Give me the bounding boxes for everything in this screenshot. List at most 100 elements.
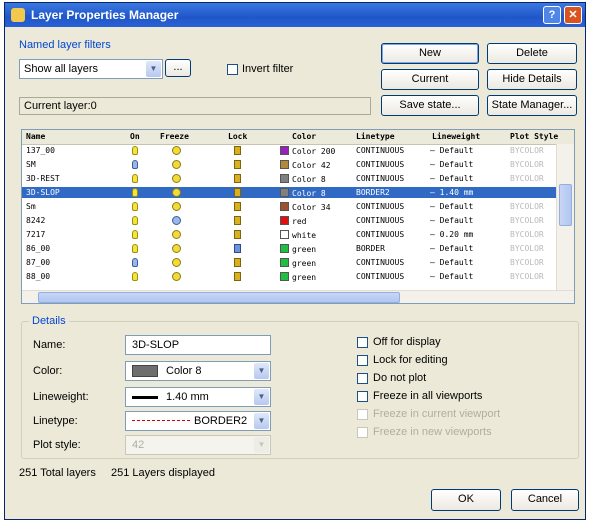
layer-name[interactable]: 7217 xyxy=(26,230,45,239)
layer-lineweight[interactable]: — Default xyxy=(430,146,473,155)
col-header-freeze[interactable]: Freeze xyxy=(160,132,189,141)
col-header-lock[interactable]: Lock xyxy=(228,132,247,141)
layer-plotstyle[interactable]: BYCOLOR xyxy=(510,216,544,225)
state-manager-button[interactable]: State Manager... xyxy=(487,95,577,116)
freeze-sun-icon[interactable] xyxy=(172,146,181,155)
col-header-linetype[interactable]: Linetype xyxy=(356,132,395,141)
lock-icon[interactable] xyxy=(234,160,241,169)
new-layer-button[interactable]: New xyxy=(381,43,479,64)
freeze-sun-icon[interactable] xyxy=(172,174,181,183)
col-header-name[interactable]: Name xyxy=(26,132,45,141)
layer-lineweight[interactable]: — Default xyxy=(430,244,473,253)
freeze-sun-icon[interactable] xyxy=(172,202,181,211)
freeze-sun-icon[interactable] xyxy=(172,230,181,239)
color-combo[interactable]: Color 8 ▼ xyxy=(125,361,271,381)
layer-name[interactable]: 3D-REST xyxy=(26,174,60,183)
layer-color[interactable]: green xyxy=(280,258,316,268)
filter-combo[interactable]: Show all layers ▼ xyxy=(19,59,163,79)
details-checkbox[interactable] xyxy=(357,373,368,384)
col-header-plotstyle[interactable]: Plot Style xyxy=(510,132,558,141)
table-row[interactable]: 86_00 green BORDER — Default BYCOLOR xyxy=(22,243,557,254)
layer-color[interactable]: green xyxy=(280,272,316,282)
layer-table[interactable]: Name On Freeze Lock Color Linetype Linew… xyxy=(21,129,575,304)
layer-linetype[interactable]: CONTINUOUS xyxy=(356,230,404,239)
layer-plotstyle[interactable]: BYCOLOR xyxy=(510,244,544,253)
layer-linetype[interactable]: CONTINUOUS xyxy=(356,160,404,169)
layer-name[interactable]: SM xyxy=(26,160,36,169)
layer-plotstyle[interactable]: BYCOLOR xyxy=(510,146,544,155)
table-row[interactable]: SM Color 42 CONTINUOUS — Default BYCOLOR xyxy=(22,159,557,170)
layer-name[interactable]: 137_00 xyxy=(26,146,55,155)
ok-button[interactable]: OK xyxy=(431,489,501,511)
layer-name[interactable]: 8242 xyxy=(26,216,45,225)
layer-plotstyle[interactable]: BYCOLOR xyxy=(510,230,544,239)
lock-icon[interactable] xyxy=(234,258,241,267)
lock-icon[interactable] xyxy=(234,202,241,211)
linetype-combo[interactable]: BORDER2 ▼ xyxy=(125,411,271,431)
layer-color[interactable]: green xyxy=(280,244,316,254)
chevron-down-icon[interactable]: ▼ xyxy=(146,61,161,77)
chevron-down-icon[interactable]: ▼ xyxy=(254,389,269,405)
layer-linetype[interactable]: CONTINUOUS xyxy=(356,174,404,183)
lock-icon[interactable] xyxy=(234,230,241,239)
details-checkbox[interactable] xyxy=(357,355,368,366)
title-bar[interactable]: Layer Properties Manager ? ✕ xyxy=(5,3,585,27)
table-row[interactable]: 7217 white CONTINUOUS — 0.20 mm BYCOLOR xyxy=(22,229,557,240)
layer-lineweight[interactable]: — 1.40 mm xyxy=(430,188,473,197)
freeze-sun-icon[interactable] xyxy=(172,258,181,267)
set-current-button[interactable]: Current xyxy=(381,69,479,90)
lock-icon[interactable] xyxy=(234,188,241,197)
details-checkbox[interactable] xyxy=(357,391,368,402)
on-off-bulb-icon[interactable] xyxy=(132,230,138,239)
details-checkbox[interactable] xyxy=(357,337,368,348)
table-row[interactable]: 8242 red CONTINUOUS — Default BYCOLOR xyxy=(22,215,557,226)
layer-name[interactable]: 87_00 xyxy=(26,258,50,267)
table-row[interactable]: 137_00 Color 200 CONTINUOUS — Default BYCOLO… xyxy=(22,145,557,156)
on-off-bulb-icon[interactable] xyxy=(132,216,138,225)
on-off-bulb-icon[interactable] xyxy=(132,244,138,253)
layer-linetype[interactable]: CONTINUOUS xyxy=(356,258,404,267)
on-off-bulb-icon[interactable] xyxy=(132,202,138,211)
on-off-bulb-icon[interactable] xyxy=(132,160,138,169)
layer-plotstyle[interactable]: BYCOLOR xyxy=(510,202,544,211)
freeze-sun-icon[interactable] xyxy=(172,272,181,281)
layer-lineweight[interactable]: — Default xyxy=(430,272,473,281)
layer-name[interactable]: 86_00 xyxy=(26,244,50,253)
cancel-button[interactable]: Cancel xyxy=(511,489,579,511)
freeze-sun-icon[interactable] xyxy=(172,188,181,197)
layer-name[interactable]: 3D-SLOP xyxy=(26,188,60,197)
horizontal-scroll-thumb[interactable] xyxy=(38,292,400,303)
col-header-color[interactable]: Color xyxy=(292,132,316,141)
layer-linetype[interactable]: CONTINUOUS xyxy=(356,216,404,225)
table-row[interactable]: Sm Color 34 CONTINUOUS — Default BYCOLOR xyxy=(22,201,557,212)
save-state-button[interactable]: Save state... xyxy=(381,95,479,116)
on-off-bulb-icon[interactable] xyxy=(132,272,138,281)
table-row[interactable]: 88_00 green CONTINUOUS — Default BYCOLOR xyxy=(22,271,557,282)
layer-plotstyle[interactable]: BYCOLOR xyxy=(510,258,544,267)
layer-color[interactable]: Color 42 xyxy=(280,160,331,170)
lock-icon[interactable] xyxy=(234,272,241,281)
horizontal-scrollbar[interactable] xyxy=(22,290,574,303)
layer-color[interactable]: Color 200 xyxy=(280,146,335,156)
on-off-bulb-icon[interactable] xyxy=(132,146,138,155)
layer-plotstyle[interactable]: BYCOLOR xyxy=(510,174,544,183)
table-row[interactable]: 3D-REST Color 8 CONTINUOUS — Default BYCOLOR xyxy=(22,173,557,184)
freeze-sun-icon[interactable] xyxy=(172,160,181,169)
close-button[interactable]: ✕ xyxy=(564,6,582,24)
browse-filters-button[interactable]: ... xyxy=(165,59,191,77)
layer-linetype[interactable]: BORDER xyxy=(356,244,385,253)
layer-color[interactable]: Color 8 xyxy=(280,174,326,184)
chevron-down-icon[interactable]: ▼ xyxy=(254,363,269,379)
lock-icon[interactable] xyxy=(234,174,241,183)
delete-layer-button[interactable]: Delete xyxy=(487,43,577,64)
layer-lineweight[interactable]: — Default xyxy=(430,202,473,211)
table-row[interactable]: 3D-SLOP Color 8 BORDER2 — 1.40 mm xyxy=(22,187,557,198)
layer-name[interactable]: 88_00 xyxy=(26,272,50,281)
name-field[interactable]: 3D-SLOP xyxy=(125,335,271,355)
on-off-bulb-icon[interactable] xyxy=(132,174,138,183)
lock-icon[interactable] xyxy=(234,244,241,253)
invert-filter-checkbox[interactable] xyxy=(227,64,238,75)
hide-details-button[interactable]: Hide Details xyxy=(487,69,577,90)
freeze-sun-icon[interactable] xyxy=(172,244,181,253)
layer-plotstyle[interactable]: BYCOLOR xyxy=(510,272,544,281)
